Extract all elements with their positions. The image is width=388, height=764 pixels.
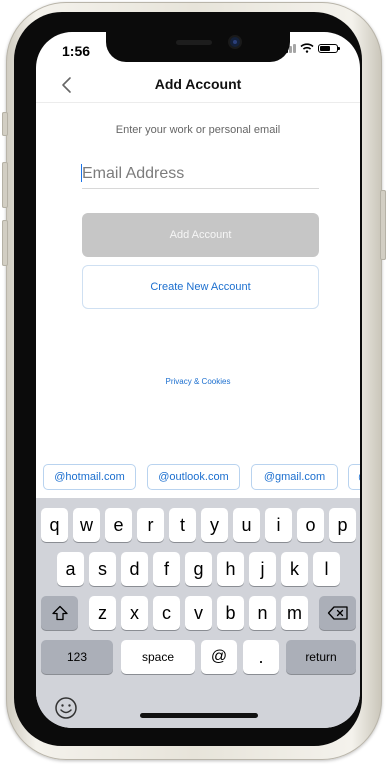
suggestion-gmail[interactable]: @gmail.com bbox=[251, 464, 338, 490]
suggestion-outlook[interactable]: @outlook.com bbox=[147, 464, 240, 490]
key-j[interactable]: j bbox=[249, 552, 276, 586]
space-key[interactable]: space bbox=[121, 640, 195, 674]
privacy-cookies-link[interactable]: Privacy & Cookies bbox=[36, 377, 360, 386]
key-r[interactable]: r bbox=[137, 508, 164, 542]
power-button bbox=[380, 190, 386, 260]
return-key[interactable]: return bbox=[286, 640, 356, 674]
key-q[interactable]: q bbox=[41, 508, 68, 542]
key-o[interactable]: o bbox=[297, 508, 324, 542]
shift-icon bbox=[51, 605, 68, 621]
status-time: 1:56 bbox=[62, 43, 91, 59]
domain-suggestions: @hotmail.com @outlook.com @gmail.com @ bbox=[43, 464, 360, 492]
key-t[interactable]: t bbox=[169, 508, 196, 542]
speaker-grille bbox=[176, 40, 212, 45]
front-camera bbox=[230, 37, 240, 47]
key-g[interactable]: g bbox=[185, 552, 212, 586]
key-y[interactable]: y bbox=[201, 508, 228, 542]
battery-icon bbox=[318, 43, 340, 53]
emoji-icon bbox=[55, 697, 77, 719]
at-key[interactable]: @ bbox=[201, 640, 237, 674]
delete-key[interactable] bbox=[319, 596, 356, 630]
backspace-icon bbox=[327, 606, 348, 620]
key-w[interactable]: w bbox=[73, 508, 100, 542]
key-m[interactable]: m bbox=[281, 596, 308, 630]
period-key[interactable]: . bbox=[243, 640, 279, 674]
create-new-account-button[interactable]: Create New Account bbox=[82, 265, 319, 309]
key-n[interactable]: n bbox=[249, 596, 276, 630]
suggestion-hotmail[interactable]: @hotmail.com bbox=[43, 464, 136, 490]
key-z[interactable]: z bbox=[89, 596, 116, 630]
key-e[interactable]: e bbox=[105, 508, 132, 542]
email-field[interactable] bbox=[82, 160, 319, 189]
key-s[interactable]: s bbox=[89, 552, 116, 586]
wifi-icon bbox=[300, 43, 314, 53]
email-prompt: Enter your work or personal email bbox=[115, 124, 281, 136]
emoji-key[interactable] bbox=[52, 694, 80, 722]
key-l[interactable]: l bbox=[313, 552, 340, 586]
volume-up-button bbox=[2, 162, 8, 208]
key-v[interactable]: v bbox=[185, 596, 212, 630]
key-a[interactable]: a bbox=[57, 552, 84, 586]
add-account-button[interactable]: Add Account bbox=[82, 213, 319, 257]
shift-key[interactable] bbox=[41, 596, 78, 630]
text-cursor bbox=[81, 164, 82, 182]
key-d[interactable]: d bbox=[121, 552, 148, 586]
key-b[interactable]: b bbox=[217, 596, 244, 630]
volume-down-button bbox=[2, 220, 8, 266]
mute-switch bbox=[2, 112, 8, 136]
key-x[interactable]: x bbox=[121, 596, 148, 630]
key-f[interactable]: f bbox=[153, 552, 180, 586]
key-k[interactable]: k bbox=[281, 552, 308, 586]
key-c[interactable]: c bbox=[153, 596, 180, 630]
home-indicator bbox=[140, 713, 258, 718]
screen: 1:56 Add Account Enter your work or pers… bbox=[36, 32, 360, 728]
suggestion-more[interactable]: @ bbox=[348, 464, 360, 490]
keyboard: q w e r t y u i o p a s d f g h j k l z … bbox=[36, 498, 360, 728]
key-i[interactable]: i bbox=[265, 508, 292, 542]
notch bbox=[106, 32, 290, 62]
key-h[interactable]: h bbox=[217, 552, 244, 586]
page-title: Add Account bbox=[154, 76, 242, 92]
key-u[interactable]: u bbox=[233, 508, 260, 542]
key-p[interactable]: p bbox=[329, 508, 356, 542]
header-divider bbox=[36, 102, 360, 103]
numbers-key[interactable]: 123 bbox=[41, 640, 113, 674]
